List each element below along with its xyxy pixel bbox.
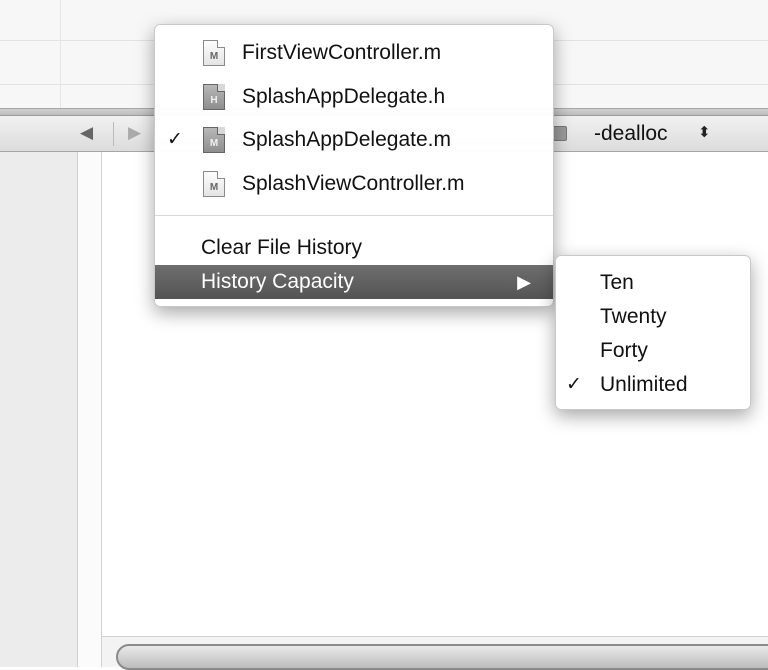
menu-separator	[155, 215, 553, 216]
column-divider	[60, 0, 61, 108]
h-file-icon: H	[203, 84, 225, 110]
forward-arrow-icon[interactable]: ▶	[128, 123, 141, 143]
history-capacity-item[interactable]: History Capacity ▶	[155, 265, 553, 299]
method-popup-label[interactable]: -dealloc	[594, 122, 668, 146]
option-label: Ten	[600, 271, 634, 294]
m-file-icon: M	[203, 171, 225, 197]
capacity-option[interactable]: Ten	[556, 266, 750, 300]
horizontal-scrollbar[interactable]	[102, 636, 768, 670]
file-history-menu: M FirstViewController.m H SplashAppDeleg…	[154, 24, 554, 307]
m-file-icon: M	[203, 127, 225, 153]
capacity-option[interactable]: ✓ Unlimited	[556, 368, 750, 402]
file-name: SplashAppDelegate.h	[242, 85, 446, 108]
nav-separator	[113, 122, 114, 146]
checkmark-icon: ✓	[167, 129, 183, 150]
capacity-option[interactable]: Twenty	[556, 300, 750, 334]
menu-item-label: History Capacity	[201, 270, 354, 293]
menu-item-file[interactable]: M SplashViewController.m	[155, 167, 553, 201]
capacity-option[interactable]: Forty	[556, 334, 750, 368]
updown-arrows-icon[interactable]: ⬍	[698, 123, 711, 141]
menu-item-file[interactable]: M FirstViewController.m	[155, 36, 553, 70]
option-label: Twenty	[600, 305, 667, 328]
history-capacity-submenu: Ten Twenty Forty ✓ Unlimited	[555, 255, 751, 410]
m-file-icon: M	[203, 40, 225, 66]
line-number-gutter	[0, 152, 78, 667]
checkmark-icon: ✓	[566, 374, 582, 395]
option-label: Unlimited	[600, 373, 688, 396]
back-arrow-icon[interactable]: ◀	[80, 123, 93, 143]
scrollbar-thumb[interactable]	[116, 644, 768, 670]
menu-item-file[interactable]: H SplashAppDelegate.h	[155, 80, 553, 114]
file-name: SplashViewController.m	[242, 172, 465, 195]
menu-item-file[interactable]: ✓ M SplashAppDelegate.m	[155, 123, 553, 157]
method-icon	[553, 126, 567, 141]
clear-file-history-item[interactable]: Clear File History	[155, 231, 553, 265]
file-name: FirstViewController.m	[242, 41, 442, 64]
menu-item-label: Clear File History	[201, 236, 363, 259]
option-label: Forty	[600, 339, 648, 362]
file-name: SplashAppDelegate.m	[242, 128, 451, 151]
submenu-arrow-icon: ▶	[517, 272, 531, 292]
code-folding-ribbon	[78, 152, 102, 667]
